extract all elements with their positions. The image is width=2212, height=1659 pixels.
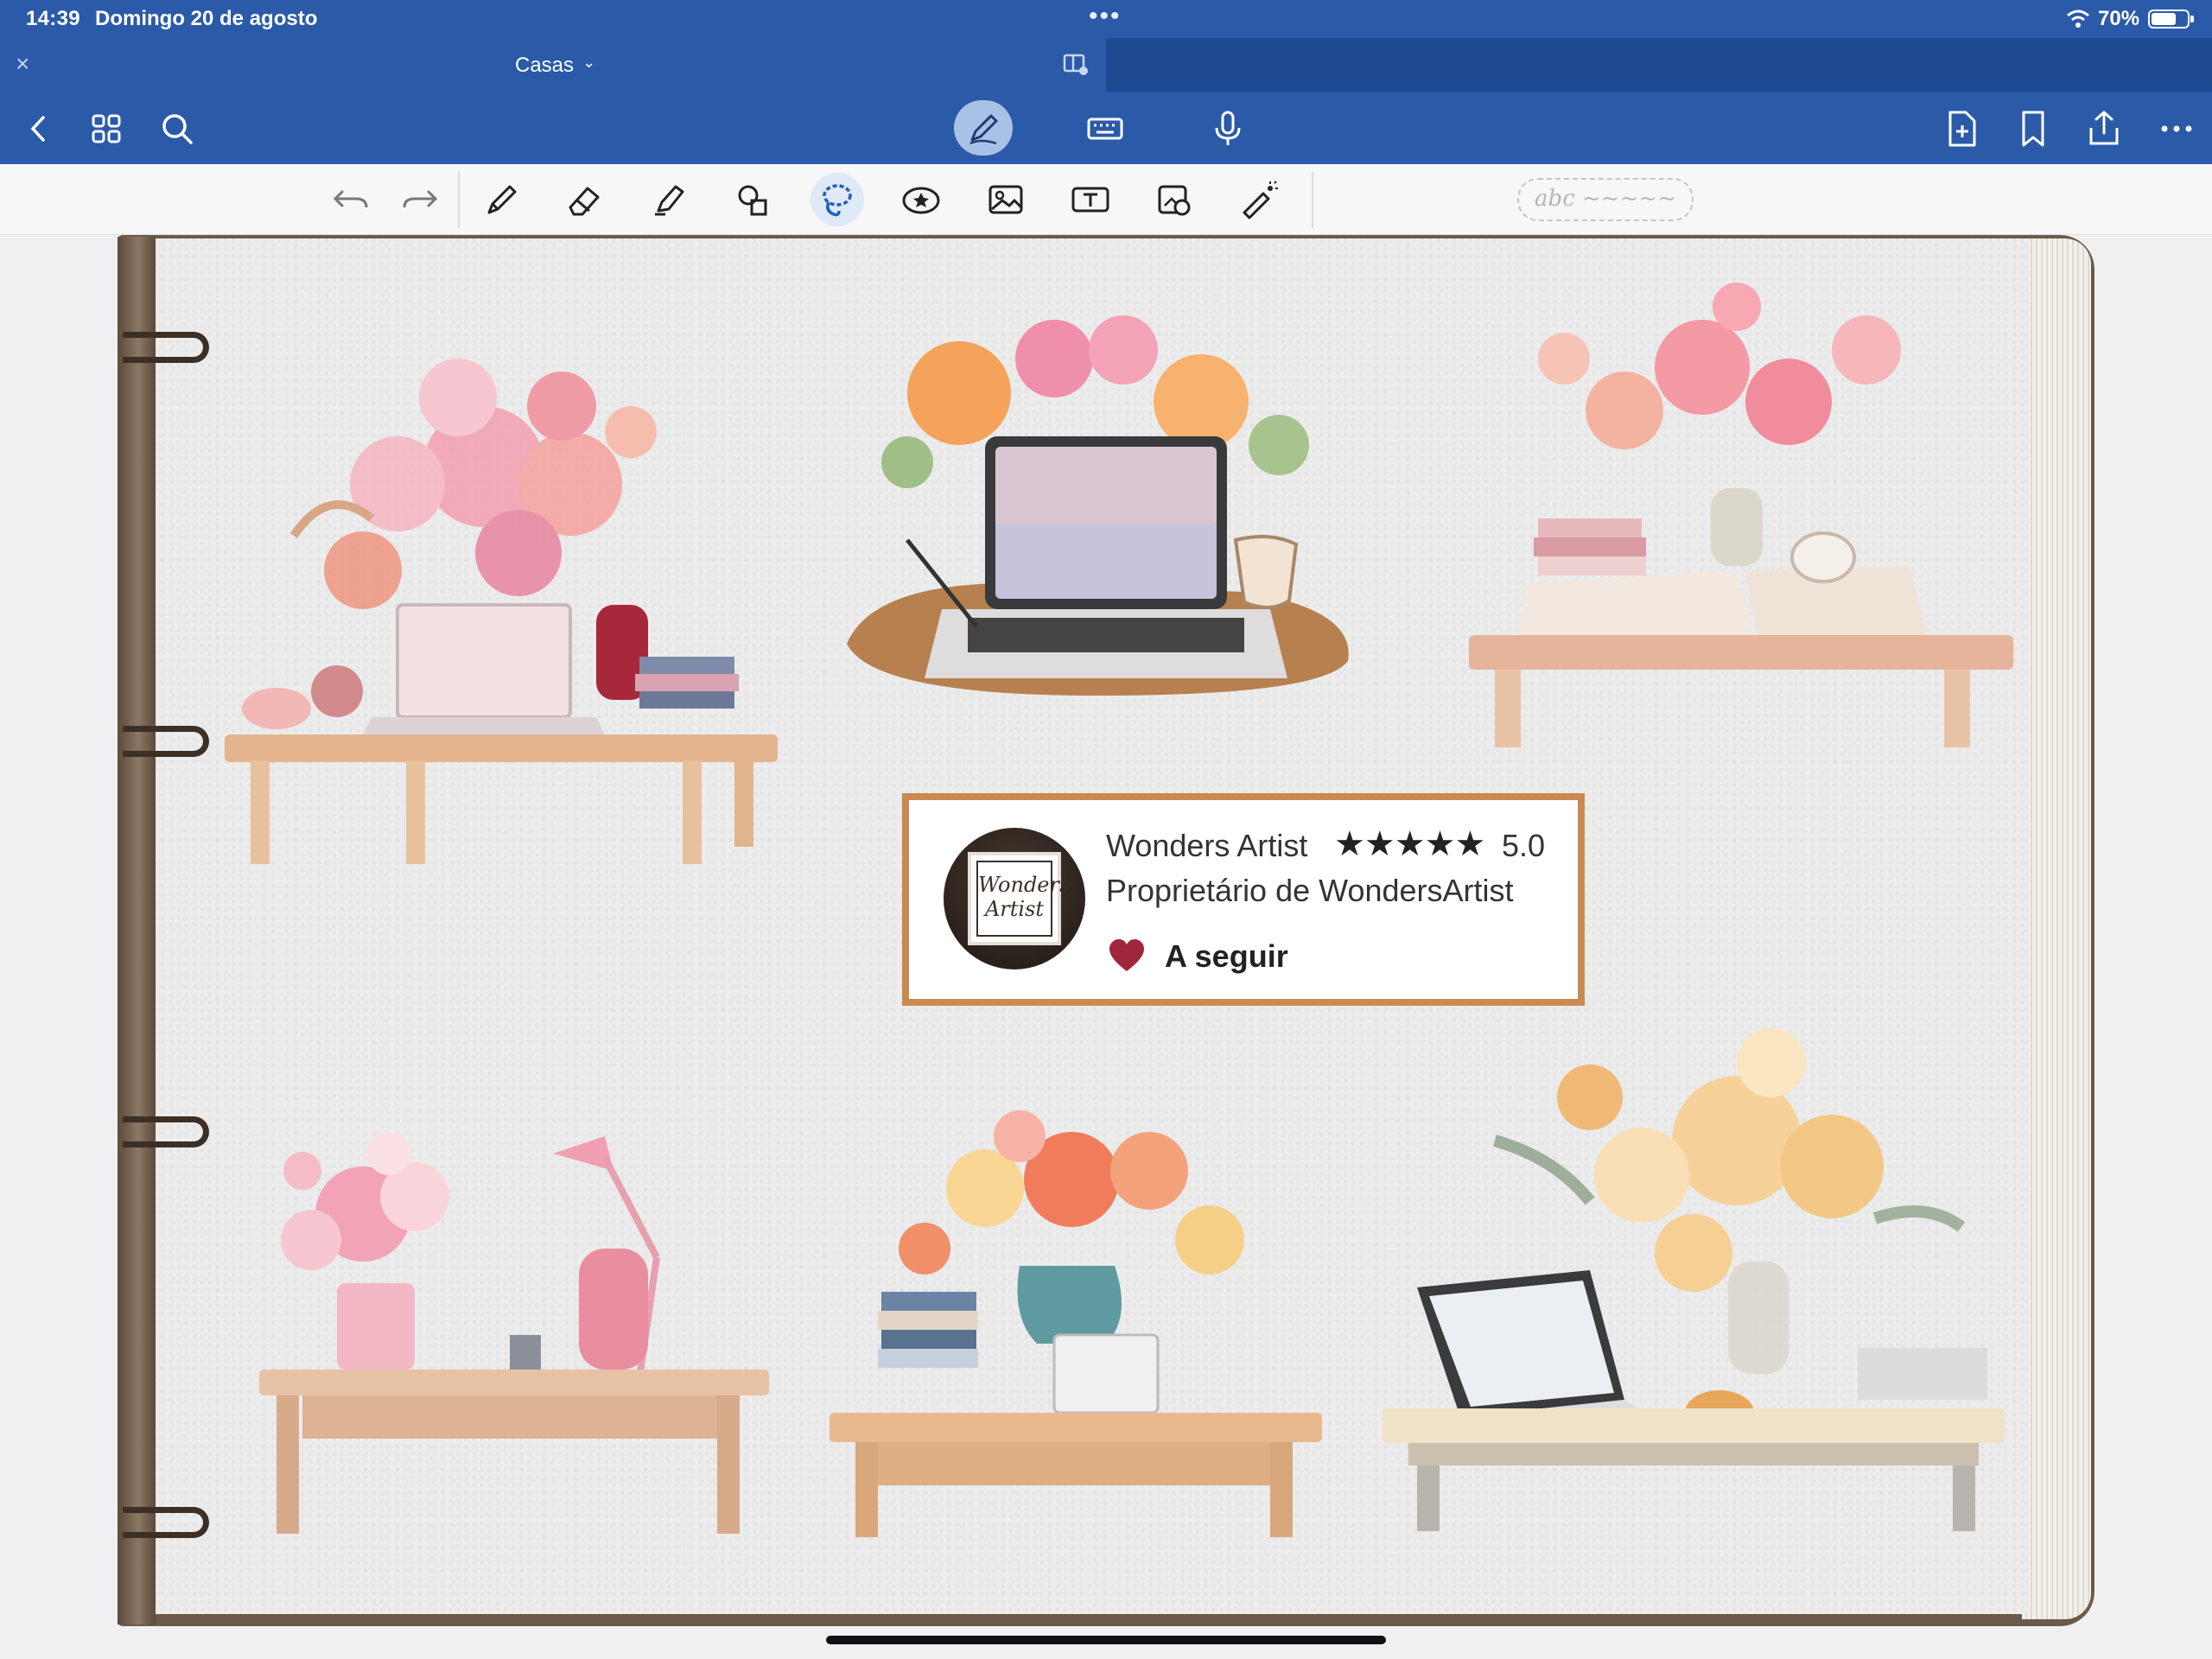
battery-fill [2152, 13, 2176, 25]
desk-illustration-laptop-board[interactable] [838, 298, 1357, 704]
logo-text: Wonders Artist [976, 861, 1070, 937]
handwriting-conversion-box[interactable]: abc ~~~~~ [1517, 178, 1694, 221]
laser-pointer-icon[interactable] [1237, 180, 1279, 219]
shop-name[interactable]: Wonders Artist [1106, 828, 1307, 864]
logo-text-line2: Artist [984, 897, 1045, 921]
microphone-icon[interactable] [1208, 109, 1248, 149]
status-date: Domingo 20 de agosto [95, 7, 318, 30]
logo-frame: Wonders Artist [968, 852, 1070, 945]
undo-icon[interactable] [330, 180, 372, 219]
nav-bar [0, 92, 2212, 164]
desk-illustration-open-book[interactable] [1460, 272, 2013, 756]
shapes-icon[interactable] [733, 180, 774, 219]
pen-icon[interactable] [480, 180, 522, 219]
home-indicator[interactable] [826, 1636, 1386, 1644]
status-time: 14:39 [26, 7, 80, 30]
add-page-icon[interactable] [1942, 109, 1981, 149]
split-view-icon[interactable] [1063, 54, 1089, 76]
desk-illustration-lamp[interactable] [251, 1119, 778, 1542]
tools-separator [458, 171, 460, 228]
camera-icon[interactable] [1154, 180, 1196, 219]
binder-ring [123, 1116, 209, 1147]
bookmark-icon[interactable] [2013, 109, 2053, 149]
tools-bar [0, 164, 2212, 235]
back-icon[interactable] [19, 109, 59, 149]
heart-icon[interactable] [1108, 938, 1146, 973]
close-tab-icon[interactable]: × [16, 50, 29, 78]
sticker-icon[interactable] [900, 180, 942, 219]
binder-ring [123, 726, 209, 757]
status-bar: 14:39 Domingo 20 de agosto ••• 70% [0, 0, 2212, 38]
text-icon[interactable] [1070, 180, 1111, 219]
battery-icon [2148, 10, 2194, 29]
search-icon[interactable] [157, 109, 197, 149]
grid-icon[interactable] [86, 109, 126, 149]
binder-ring [123, 332, 209, 363]
wifi-icon [2065, 7, 2091, 31]
tools-separator-2 [1312, 171, 1313, 228]
shop-owner: Proprietário de WondersArtist [1106, 873, 1514, 908]
desk-illustration-pink-flowers[interactable] [199, 311, 804, 873]
binder-ring [123, 1507, 209, 1538]
document-tab[interactable]: × Casas ⌄ [0, 38, 1106, 92]
battery-percent: 70% [2098, 7, 2140, 30]
keyboard-icon[interactable] [1085, 109, 1125, 149]
pen-mode-icon[interactable] [963, 109, 1003, 149]
lasso-icon[interactable] [817, 180, 858, 219]
page-edges [2022, 238, 2091, 1619]
multitask-dots[interactable]: ••• [1089, 2, 1122, 31]
highlighter-icon[interactable] [648, 180, 690, 219]
more-icon[interactable] [2157, 109, 2196, 149]
logo-text-line1: Wonders [978, 873, 1071, 897]
shop-rating: 5.0 [1502, 828, 1546, 863]
eraser-icon[interactable] [563, 180, 605, 219]
document-title[interactable]: Casas [515, 54, 574, 78]
rating-stars-icon: ★★★★★ [1334, 825, 1485, 863]
tab-strip: × Casas ⌄ [0, 38, 2212, 92]
shop-logo[interactable]: Wonders Artist [944, 828, 1085, 969]
follow-button[interactable]: A seguir [1165, 938, 1288, 975]
chevron-down-icon[interactable]: ⌄ [582, 54, 595, 72]
share-icon[interactable] [2084, 109, 2124, 149]
binder-spine [118, 237, 156, 1624]
image-icon[interactable] [985, 180, 1027, 219]
desk-illustration-lilies-laptop[interactable] [1365, 1002, 2022, 1538]
redo-icon[interactable] [399, 180, 441, 219]
shop-info-card[interactable]: Wonders Artist Wonders Artist ★★★★★ 5.0 … [902, 793, 1585, 1006]
desk-illustration-books-vase[interactable] [821, 1093, 1331, 1542]
